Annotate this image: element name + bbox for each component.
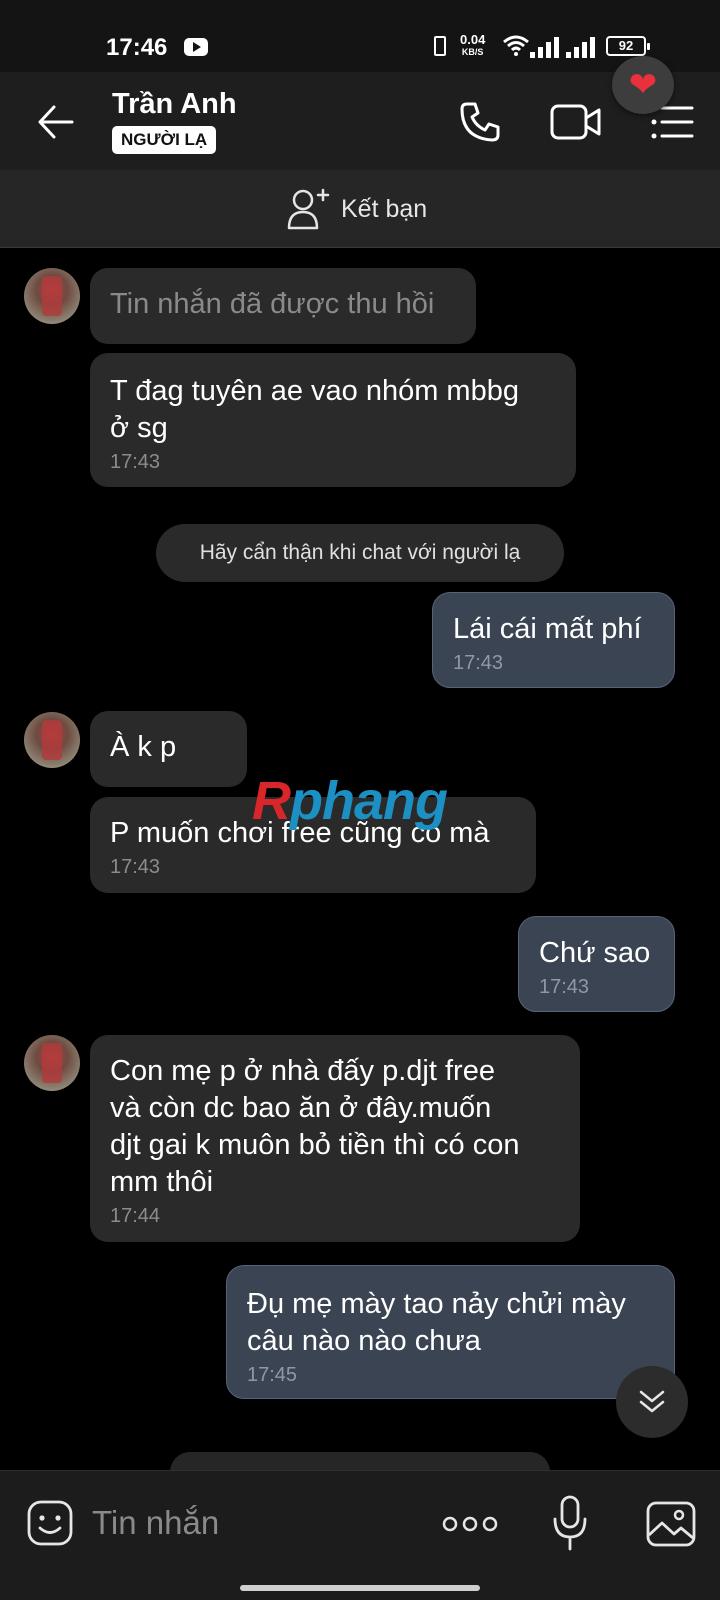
message-time: 17:43 xyxy=(110,856,161,878)
network-speed: 0.04 KB/S xyxy=(460,32,486,58)
wifi-icon xyxy=(503,35,529,56)
incoming-message-bubble[interactable]: T đag tuyên ae vao nhóm mbbg ở sg 17:43 xyxy=(90,353,576,487)
message-text: Con mẹ p ở nhà đấy p.djt free và còn dc … xyxy=(110,1055,520,1198)
message-time: 17:43 xyxy=(453,652,504,674)
scroll-to-bottom-button[interactable] xyxy=(616,1366,688,1438)
back-arrow-icon[interactable] xyxy=(36,102,76,142)
add-friend-label: Kết bạn xyxy=(341,194,428,223)
status-bar: 17:46 0.04 KB/S 92 xyxy=(0,0,720,72)
watermark-rest: phang xyxy=(290,771,448,831)
signal-2-icon xyxy=(566,36,596,58)
signal-1-icon xyxy=(530,36,560,58)
video-call-icon[interactable] xyxy=(550,102,602,142)
message-time: 17:43 xyxy=(539,976,590,998)
message-text: Lái cái mất phí xyxy=(453,613,642,645)
image-gallery-icon[interactable] xyxy=(646,1501,696,1547)
message-time: 17:43 xyxy=(110,451,161,473)
status-time: 17:46 xyxy=(106,34,168,61)
message-text: Đụ mẹ mày tao nảy chửi mày câu nào nào c… xyxy=(247,1288,626,1357)
recalled-message-bubble[interactable]: Tin nhắn đã được thu hồi xyxy=(90,268,476,344)
youtube-notification-icon xyxy=(184,38,208,56)
microphone-icon[interactable] xyxy=(552,1495,588,1551)
add-friend-button[interactable]: Kết bạn xyxy=(287,188,427,230)
message-text: T đag tuyên ae vao nhóm mbbg ở sg xyxy=(110,375,519,444)
contact-name[interactable]: Trần Anh xyxy=(112,88,237,121)
heart-reaction-icon[interactable]: ❤ xyxy=(612,56,674,114)
home-indicator[interactable] xyxy=(240,1585,480,1591)
message-text: À k p xyxy=(110,731,177,763)
message-text: Tin nhắn đã được thu hồi xyxy=(110,288,435,320)
watermark-first-letter: R xyxy=(252,771,291,831)
add-friend-bar[interactable]: Kết bạn xyxy=(0,170,720,248)
stranger-badge: NGƯỜI LẠ xyxy=(112,126,217,154)
message-time: 17:44 xyxy=(110,1205,161,1227)
network-speed-value: 0.04 xyxy=(460,32,486,47)
phone-call-icon[interactable] xyxy=(458,100,502,144)
vibrate-icon xyxy=(434,36,446,56)
outgoing-message-bubble[interactable]: Lái cái mất phí 17:43 xyxy=(432,592,675,688)
stranger-warning-notice: Hãy cẩn thận khi chat với người lạ xyxy=(156,524,564,582)
add-friend-icon xyxy=(287,188,330,230)
more-options-icon[interactable] xyxy=(442,1515,498,1533)
incoming-message-bubble[interactable]: À k p xyxy=(90,711,247,787)
network-speed-unit: KB/S xyxy=(461,47,484,57)
emoji-sticker-icon[interactable] xyxy=(26,1499,74,1547)
contact-avatar[interactable] xyxy=(24,1035,80,1091)
battery-icon: 92 xyxy=(606,36,650,56)
message-time: 17:45 xyxy=(247,1364,298,1386)
incoming-message-bubble[interactable]: Con mẹ p ở nhà đấy p.djt free và còn dc … xyxy=(90,1035,580,1242)
outgoing-message-bubble[interactable]: Đụ mẹ mày tao nảy chửi mày câu nào nào c… xyxy=(226,1265,675,1399)
message-text: Chứ sao xyxy=(539,937,651,969)
watermark-logo: Rphang xyxy=(252,770,448,832)
message-input-bar xyxy=(0,1470,720,1600)
double-chevron-down-icon xyxy=(639,1390,665,1413)
message-input[interactable] xyxy=(92,1495,412,1551)
outgoing-message-bubble[interactable]: Chứ sao 17:43 xyxy=(518,916,675,1012)
contact-avatar[interactable] xyxy=(24,268,80,324)
contact-avatar[interactable] xyxy=(24,712,80,768)
